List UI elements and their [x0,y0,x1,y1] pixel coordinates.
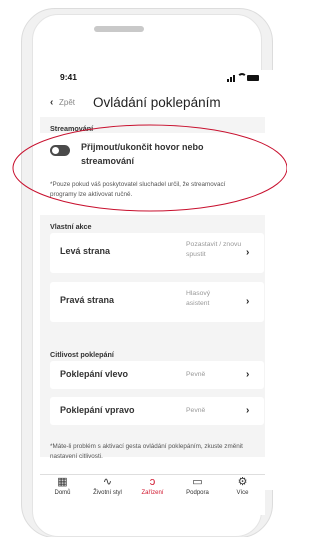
tab-devices[interactable]: ↄ Zařízení [130,475,175,515]
grid-icon: ▦ [57,476,68,488]
card-left-side-label: Levá strana [60,246,111,256]
card-tap-right-label: Poklepání vpravo [60,405,135,415]
chevron-right-icon: › [246,405,250,416]
tab-label: Životní styl [93,490,122,496]
section-streaming: Streamování [50,124,94,133]
status-bar: 9:41 [40,72,265,86]
tab-label: Domů [54,490,71,496]
section-sensitivity: Citlivost poklepání [50,350,114,359]
card-tap-right[interactable]: Poklepání vpravo Pevně › [50,397,264,425]
tab-label: Zařízení [141,490,164,496]
card-left-side-value: Pozastavit / znovu spustit [186,241,242,258]
section-custom-actions: Vlastní akce [50,222,92,231]
streaming-toggle[interactable] [50,145,70,156]
tab-label: Více [236,490,249,496]
tab-support[interactable]: ▭ Podpora [175,475,220,515]
chat-icon: ▭ [192,476,203,488]
pulse-icon: ∿ [102,476,113,488]
phone-speaker [94,26,144,32]
tab-bar: ▦ Domů ∿ Životní styl ↄ Zařízení ▭ Podpo… [40,475,265,515]
tab-lifestyle[interactable]: ∿ Životní styl [85,475,130,515]
chevron-right-icon: › [246,369,250,380]
streaming-note: *Pouze pokud váš poskytovatel sluchadel … [50,181,226,198]
battery-icon [247,75,259,81]
tab-label: Podpora [186,490,209,496]
card-right-side-value: Hlasový asistent [186,290,211,307]
card-tap-left[interactable]: Poklepání vlevo Pevně › [50,361,264,389]
wifi-icon [237,73,247,83]
gear-icon: ⚙ [237,476,248,488]
card-right-side[interactable]: Pravá strana Hlasový asistent › [50,282,264,322]
hearing-aid-icon: ↄ [149,476,156,488]
page-title: Ovládání poklepáním [93,95,221,110]
toggle-knob [52,147,59,154]
back-button[interactable]: Zpět [59,98,75,107]
streaming-toggle-label: Přijmout/ukončit hovor nebo streamování [81,142,204,166]
sensitivity-note: *Máte-li problém s aktivací gesta ovládá… [50,443,243,460]
nav-header: ‹ Zpět Ovládání poklepáním [40,92,265,116]
card-left-side[interactable]: Levá strana Pozastavit / znovu spustit › [50,233,264,273]
back-chevron-icon[interactable]: ‹ [50,97,53,108]
card-tap-left-label: Poklepání vlevo [60,369,129,379]
status-time: 9:41 [60,72,78,82]
card-tap-left-value: Pevně [186,371,206,378]
status-icons [227,73,261,83]
chevron-right-icon: › [246,296,250,307]
card-right-side-label: Pravá strana [60,295,115,305]
chevron-right-icon: › [246,247,250,258]
tab-more[interactable]: ⚙ Více [220,475,265,515]
tab-home[interactable]: ▦ Domů [40,475,85,515]
card-tap-right-value: Pevně [186,407,206,414]
